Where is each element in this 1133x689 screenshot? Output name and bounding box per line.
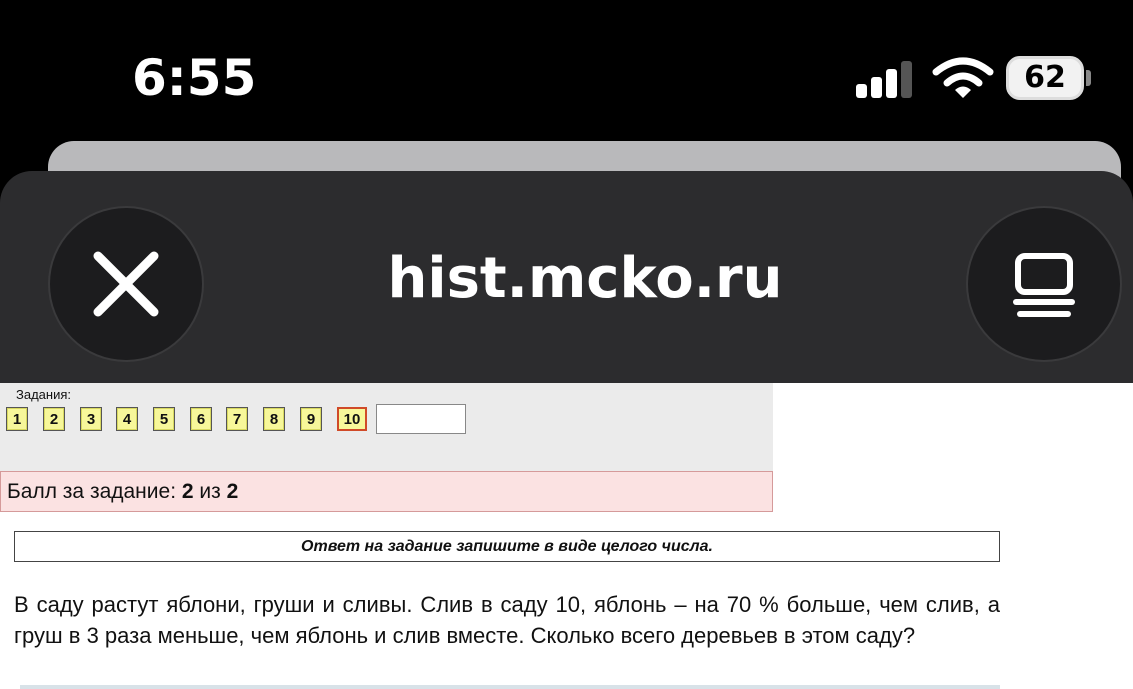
problem-text: В саду растут яблони, груши и сливы. Сли… [14,592,1000,648]
status-clock: 6:55 [132,49,257,107]
divider [20,685,1000,689]
score-value: 2 [181,480,194,503]
task-button-7[interactable]: 7 [226,407,248,431]
answer-instruction: Ответ на задание запишите в виде целого … [14,531,1000,562]
close-button[interactable] [50,208,202,360]
task-button-5[interactable]: 5 [153,407,175,431]
status-bar: 6:55 62 [0,0,1133,140]
reader-view-icon [1013,253,1075,317]
cellular-signal-icon [856,58,916,98]
task-button-2[interactable]: 2 [43,407,65,431]
task-button-3[interactable]: 3 [80,407,102,431]
task-button-10[interactable]: 10 [337,407,367,431]
score-max: 2 [226,480,239,503]
battery-icon: 62 [1006,56,1084,100]
battery-level: 62 [1024,60,1066,95]
tasks-label: Задания: [16,387,71,402]
task-button-6[interactable]: 6 [190,407,212,431]
web-page-content: Задания: 1 2 3 4 5 6 7 8 9 10 Балл за за… [0,383,1133,689]
task-button-1[interactable]: 1 [6,407,28,431]
wifi-icon [932,57,994,98]
task-button-8[interactable]: 8 [263,407,285,431]
task-button-9[interactable]: 9 [300,407,322,431]
tasks-panel: Задания: 1 2 3 4 5 6 7 8 9 10 [0,383,773,471]
close-icon [93,251,159,317]
page-domain[interactable]: hist.mcko.ru [300,246,870,312]
score-bar: Балл за задание: 2 из 2 [0,471,773,512]
task-answer-field[interactable] [376,404,466,434]
battery-nub [1086,70,1091,86]
score-separator: из [193,480,227,503]
reader-view-button[interactable] [968,208,1120,360]
task-button-4[interactable]: 4 [116,407,138,431]
score-prefix: Балл за задание: [7,480,182,503]
